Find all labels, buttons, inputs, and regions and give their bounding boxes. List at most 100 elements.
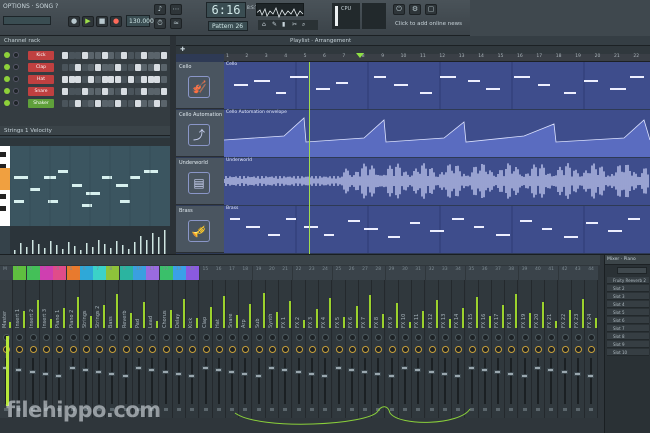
step-button[interactable]: [81, 76, 88, 83]
mixer-track[interactable]: 31 FX 11: [412, 266, 426, 418]
stereo-knob[interactable]: [308, 346, 316, 353]
stereo-knob[interactable]: [122, 346, 130, 353]
volume-fader[interactable]: [347, 368, 355, 372]
pan-knob[interactable]: [162, 334, 170, 341]
track-lane[interactable]: Brass: [224, 206, 650, 254]
play-button[interactable]: ▶: [82, 16, 94, 27]
pan-knob[interactable]: [428, 334, 436, 341]
stereo-knob[interactable]: [428, 346, 436, 353]
stereo-knob[interactable]: [136, 346, 143, 353]
step-button[interactable]: [134, 76, 141, 83]
step-button[interactable]: [75, 88, 82, 95]
stereo-knob[interactable]: [42, 346, 50, 353]
step-button[interactable]: [81, 52, 88, 59]
route-arrow[interactable]: [176, 408, 181, 411]
step-button[interactable]: [128, 76, 134, 83]
track-lane[interactable]: Cello: [224, 62, 650, 110]
volume-fader[interactable]: [454, 374, 462, 378]
step-button[interactable]: [128, 64, 134, 71]
track-header[interactable]: Cello Automation ⤴: [176, 110, 224, 157]
mixer-track[interactable]: 9 Reverb: [119, 266, 133, 418]
volume-fader[interactable]: [467, 366, 475, 370]
mixer-track[interactable]: 10 Pad: [133, 266, 146, 418]
playhead-marker[interactable]: [356, 53, 364, 58]
step-button[interactable]: [114, 100, 121, 107]
mixer-track[interactable]: 36 FX 16: [478, 266, 492, 418]
step-button[interactable]: [62, 52, 68, 59]
stereo-knob[interactable]: [16, 346, 24, 353]
step-button[interactable]: [75, 64, 82, 71]
channel-mute-led[interactable]: [4, 76, 10, 82]
pan-knob[interactable]: [495, 334, 503, 341]
volume-fader[interactable]: [201, 366, 209, 370]
route-arrow[interactable]: [522, 408, 527, 411]
step-button[interactable]: [154, 88, 161, 95]
stereo-knob[interactable]: [548, 346, 556, 353]
channel-rack-titlebar[interactable]: Channel rack: [0, 36, 170, 46]
volume-fader[interactable]: [135, 366, 142, 370]
mixer-track[interactable]: 19 Sub: [252, 266, 266, 418]
pan-knob[interactable]: [282, 334, 290, 341]
step-button[interactable]: [108, 76, 115, 83]
route-arrow[interactable]: [509, 408, 514, 411]
route-arrow[interactable]: [216, 408, 221, 411]
pan-knob[interactable]: [335, 334, 343, 341]
pan-knob[interactable]: [441, 334, 449, 341]
track-lane[interactable]: Underworld: [223, 158, 650, 205]
volume-fader[interactable]: [81, 368, 89, 372]
track-header[interactable]: Brass 🎺: [176, 206, 224, 253]
mixer-track[interactable]: 42 FX 22: [558, 266, 572, 418]
stereo-knob[interactable]: [388, 346, 396, 353]
stereo-knob[interactable]: [495, 346, 503, 353]
track-header[interactable]: Cello 🎻: [176, 62, 224, 109]
pan-knob[interactable]: [521, 334, 529, 341]
step-button[interactable]: [134, 88, 141, 95]
channel-mute-led[interactable]: [4, 64, 10, 70]
step-button[interactable]: [128, 100, 134, 107]
volume-fader[interactable]: [28, 370, 36, 374]
pan-knob[interactable]: [13, 88, 19, 94]
route-arrow[interactable]: [562, 408, 567, 411]
effect-slot[interactable]: Slot 4: [607, 301, 649, 308]
stereo-knob[interactable]: [202, 346, 210, 353]
mixer-track[interactable]: 28 FX 8: [372, 266, 386, 418]
step-button[interactable]: [62, 64, 68, 71]
pan-knob[interactable]: [175, 334, 183, 341]
mixer-track[interactable]: 41 FX 21: [545, 266, 559, 418]
step-button[interactable]: [95, 88, 101, 95]
stereo-knob[interactable]: [362, 346, 370, 353]
add-track-icon[interactable]: ✚: [180, 46, 185, 53]
news-ticker[interactable]: Click to add online news: [395, 21, 462, 27]
mixer-track[interactable]: 6 Strings: [79, 266, 93, 418]
mixer-track[interactable]: 29 FX 9: [385, 266, 399, 418]
step-button[interactable]: [161, 64, 167, 71]
stereo-knob[interactable]: [109, 346, 117, 353]
step-button[interactable]: [108, 52, 115, 59]
mixer-track[interactable]: 15 Clap: [199, 266, 213, 418]
mixer-track[interactable]: 35 FX 15: [465, 266, 479, 418]
pan-knob[interactable]: [455, 334, 463, 341]
step-button[interactable]: [121, 76, 128, 83]
stereo-knob[interactable]: [162, 346, 170, 353]
volume-fader[interactable]: [121, 374, 129, 378]
zoom-icon[interactable]: ⌕: [302, 21, 305, 29]
mixer-track[interactable]: 14 Kick: [186, 266, 200, 418]
step-button[interactable]: [68, 52, 75, 59]
window-icon[interactable]: ▢: [425, 4, 437, 15]
step-button[interactable]: [101, 76, 108, 83]
channel-mute-led[interactable]: [4, 52, 10, 58]
settings-icon[interactable]: ⚙: [409, 4, 421, 15]
step-button[interactable]: [147, 100, 154, 107]
stereo-knob[interactable]: [375, 346, 383, 353]
pan-knob[interactable]: [189, 334, 197, 341]
step-button[interactable]: [108, 88, 115, 95]
stereo-knob[interactable]: [588, 346, 596, 353]
route-arrow[interactable]: [496, 408, 501, 411]
pan-knob[interactable]: [561, 334, 569, 341]
pan-knob[interactable]: [56, 334, 64, 341]
step-button[interactable]: [141, 76, 148, 83]
stereo-knob[interactable]: [535, 346, 542, 353]
step-button[interactable]: [88, 52, 95, 59]
pan-knob[interactable]: [215, 334, 223, 341]
pan-knob[interactable]: [122, 334, 130, 341]
